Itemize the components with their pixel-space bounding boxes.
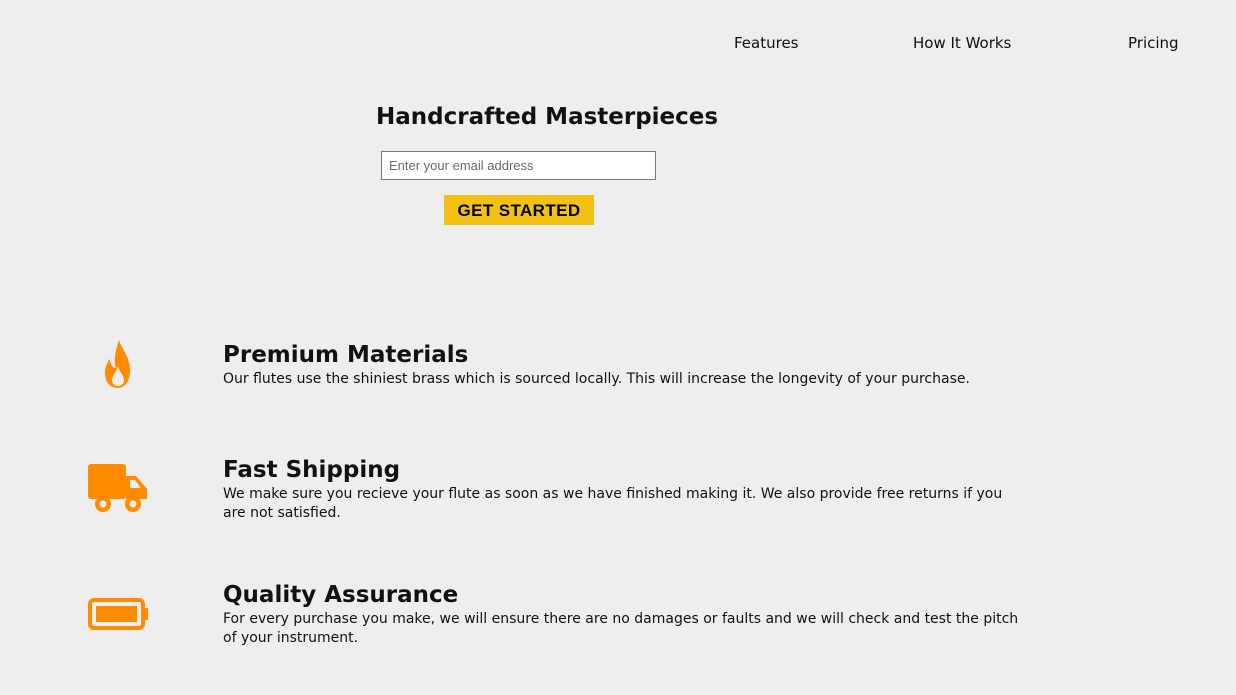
hero-title: Handcrafted Masterpieces [376, 104, 719, 130]
nav-link-pricing[interactable]: Pricing [1128, 33, 1179, 53]
fire-icon [86, 336, 150, 392]
feature-description: For every purchase you make, we will ens… [223, 611, 1019, 646]
feature-title: Quality Assurance [223, 582, 459, 608]
feature-title: Fast Shipping [223, 457, 401, 483]
feature-description: Our flutes use the shiniest brass which … [223, 371, 970, 387]
feature-title: Premium Materials [223, 342, 469, 368]
nav-link-how-it-works[interactable]: How It Works [913, 33, 1011, 53]
landing-page: Features How It Works Pricing Handcrafte… [0, 0, 1236, 695]
email-input[interactable] [381, 151, 656, 180]
get-started-button[interactable]: GET STARTED [444, 195, 594, 225]
battery-full-icon [86, 586, 150, 642]
feature-description: We make sure you recieve your flute as s… [223, 486, 1003, 521]
truck-icon [86, 461, 150, 517]
nav-link-features[interactable]: Features [734, 33, 799, 53]
